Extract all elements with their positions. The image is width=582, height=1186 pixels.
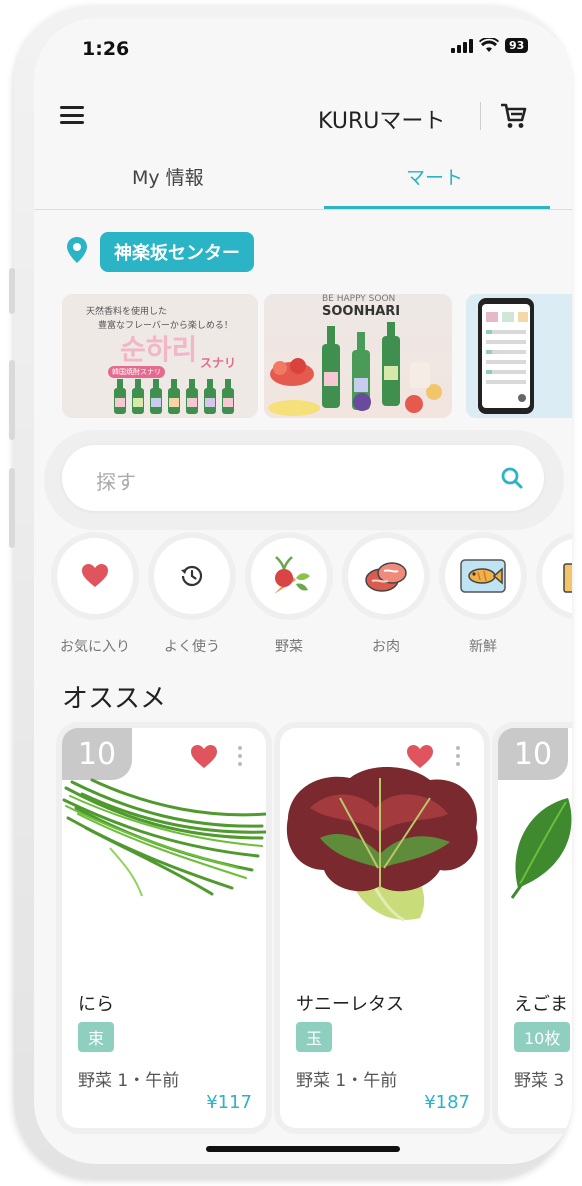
banner-brand: SOONHARI	[322, 304, 401, 319]
status-time: 1:26	[82, 38, 130, 60]
tab-my-info[interactable]: My 情報	[132, 163, 204, 190]
product-image-nira	[62, 778, 266, 897]
section-title-recommend: オススメ	[62, 684, 167, 714]
phone-preview-image	[478, 298, 534, 414]
search-icon[interactable]	[500, 466, 524, 490]
product-name: えごま	[514, 994, 568, 1015]
more-options-icon[interactable]	[238, 746, 242, 766]
banner-heading-line1: 天然香料を使用した	[86, 307, 168, 317]
product-meta: 野菜 1・午前	[78, 1071, 180, 1091]
category-vegetables[interactable]: 野菜	[248, 538, 330, 656]
active-tab-indicator	[324, 206, 550, 209]
product-unit-badge: 束	[78, 1022, 115, 1052]
banner-small-tag: 韓国焼酎スナリ	[108, 366, 165, 378]
category-row: お気に入り よく使う 野菜 お肉 新鮮	[34, 538, 572, 668]
category-meat[interactable]: お肉	[345, 538, 427, 656]
volume-up-button	[9, 360, 15, 440]
product-meta: 野菜 1・午前	[296, 1071, 398, 1091]
product-unit-badge: 玉	[296, 1022, 333, 1052]
hamburger-menu-icon[interactable]	[60, 106, 84, 124]
mute-switch	[9, 268, 15, 314]
home-indicator[interactable]	[206, 1146, 400, 1152]
banner-app-preview[interactable]	[466, 294, 572, 418]
banner-sunhari[interactable]: 天然香料を使用した 豊富なフレーバーから楽しめる！ 순하리 スナリ 韓国焼酎スナ…	[62, 294, 258, 418]
package-icon	[563, 563, 572, 593]
category-label: 野菜	[275, 639, 303, 655]
tab-divider	[34, 209, 572, 210]
category-label: よく使う	[164, 639, 220, 655]
product-unit-badge: 10枚	[514, 1022, 571, 1052]
banner-soonhari[interactable]: BE HAPPY SOON SOONHARI	[264, 294, 452, 418]
volume-down-button	[9, 468, 15, 548]
search-placeholder: 探す	[96, 470, 136, 494]
category-frequent[interactable]: よく使う	[151, 538, 233, 656]
banner-brand-sub: スナリ	[200, 356, 237, 370]
product-card[interactable]: 10 にら 束 野菜 1・午前 ¥117	[62, 728, 266, 1128]
tab-mart[interactable]: マート	[406, 163, 463, 190]
status-icons: 93	[451, 38, 529, 53]
header-divider	[480, 102, 481, 130]
category-processed[interactable]: 工	[539, 538, 572, 656]
fish-icon	[460, 559, 506, 593]
meat-icon	[365, 562, 407, 592]
soju-product-photo	[268, 322, 442, 416]
banner-brand-korean: 순하리	[120, 333, 198, 366]
cart-icon[interactable]	[499, 102, 527, 130]
battery-indicator: 93	[505, 38, 529, 53]
banner-tagline: BE HAPPY SOON	[322, 294, 396, 304]
app-screen: 1:26 93 KURUマート My 情報 マート 神楽坂センター 天然香料を使…	[34, 18, 572, 1164]
delivery-center-button[interactable]: 神楽坂センター	[100, 232, 254, 272]
product-image-egoma	[510, 798, 572, 899]
product-card[interactable]: 10 えごま 10枚 野菜 3	[498, 728, 572, 1128]
product-price: ¥187	[424, 1092, 470, 1113]
discount-badge: 10	[498, 728, 568, 780]
product-card[interactable]: サニーレタス 玉 野菜 1・午前 ¥187	[280, 728, 484, 1128]
signal-icon	[451, 38, 473, 53]
category-fresh[interactable]: 新鮮	[442, 538, 524, 656]
favorite-heart-icon[interactable]	[190, 744, 218, 770]
wifi-icon	[479, 38, 499, 52]
product-name: にら	[78, 994, 114, 1015]
product-meta: 野菜 3	[514, 1071, 565, 1091]
category-label: お気に入り	[60, 639, 130, 655]
category-label: 工	[539, 636, 572, 656]
app-title: KURUマート	[318, 109, 446, 134]
product-image-sunny-lettuce	[286, 766, 478, 922]
history-icon	[181, 565, 203, 587]
product-name: サニーレタス	[296, 994, 404, 1015]
location-pin-icon	[67, 237, 87, 263]
soju-bottles-image	[114, 379, 234, 414]
product-price: ¥117	[206, 1092, 252, 1113]
heart-icon	[82, 564, 108, 587]
vegetables-icon	[274, 556, 310, 594]
discount-badge: 10	[62, 728, 132, 780]
category-label: お肉	[372, 639, 400, 655]
category-favorites[interactable]: お気に入り	[54, 538, 136, 656]
category-label: 新鮮	[469, 639, 497, 655]
